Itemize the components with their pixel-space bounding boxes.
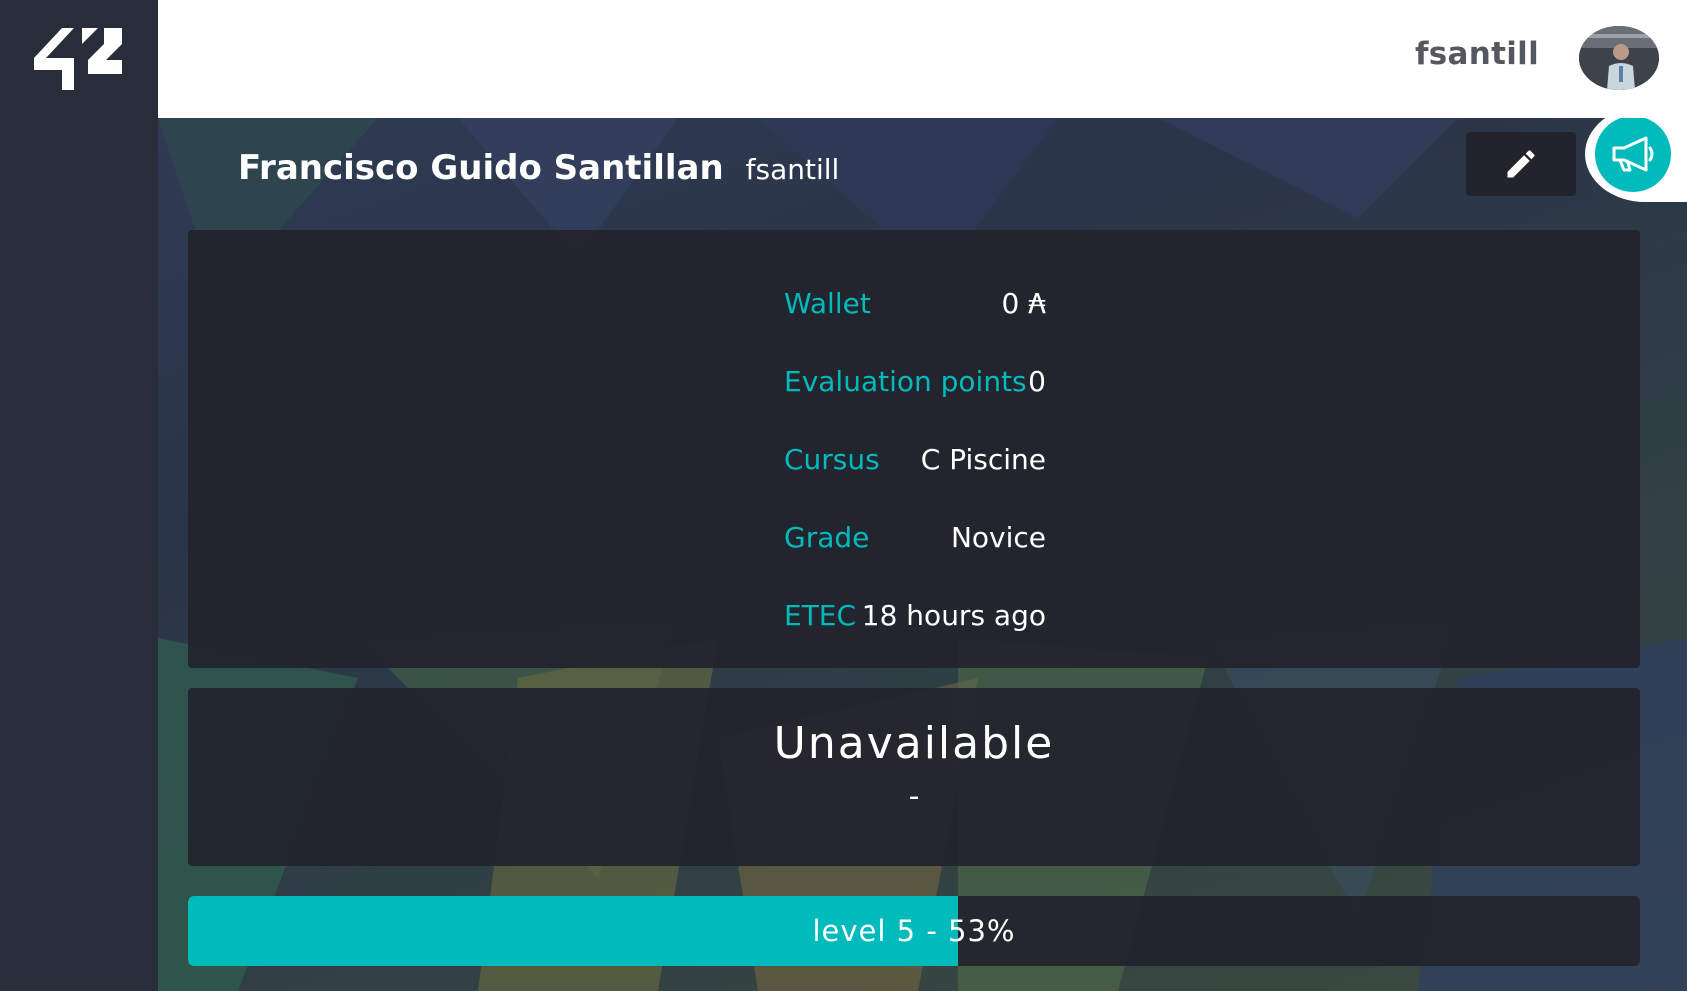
user-info-panel: Wallet 0 ₳ Evaluation points 0 Cursus C … — [188, 230, 1640, 668]
info-label: Wallet — [784, 286, 871, 320]
info-value: 0 ₳ — [1001, 286, 1046, 320]
top-bar: fsantill — [158, 0, 1687, 118]
edit-profile-button[interactable] — [1466, 132, 1576, 196]
megaphone-icon — [1612, 136, 1654, 172]
name-row: Francisco Guido Santillan fsantill — [238, 148, 839, 188]
info-row-grade: Grade Novice — [784, 498, 1046, 576]
sidebar — [0, 0, 158, 991]
info-label: Evaluation points — [784, 364, 1027, 398]
info-value[interactable]: C Piscine — [921, 443, 1046, 476]
level-label: level 5 - 53% — [812, 914, 1016, 948]
header-username[interactable]: fsantill — [1415, 36, 1539, 72]
info-value: 0 — [1028, 364, 1046, 398]
login-name: fsantill — [745, 153, 840, 186]
info-value: Novice — [950, 520, 1046, 554]
info-label: Cursus — [784, 442, 880, 476]
user-info-table: Wallet 0 ₳ Evaluation points 0 Cursus C … — [784, 264, 1046, 654]
info-row-cursus: Cursus C Piscine — [784, 420, 1046, 498]
42-logo[interactable] — [34, 28, 122, 90]
info-row-wallet: Wallet 0 ₳ — [784, 264, 1046, 342]
info-label: ETEC — [784, 598, 857, 632]
info-row-etec: ETEC 18 hours ago — [784, 576, 1046, 654]
info-label: Grade — [784, 520, 870, 554]
announcement-button[interactable] — [1595, 118, 1671, 192]
profile-section: Francisco Guido Santillan fsantill Walle… — [158, 118, 1687, 991]
full-name: Francisco Guido Santillan — [238, 148, 724, 188]
availability-panel: Unavailable - — [188, 688, 1640, 866]
level-progress-bar: level 5 - 53% — [188, 896, 1640, 966]
info-row-evaluation-points: Evaluation points 0 — [784, 342, 1046, 420]
pencil-icon — [1507, 150, 1535, 178]
info-value: 18 hours ago — [861, 598, 1046, 632]
availability-location: - — [908, 779, 920, 814]
user-avatar[interactable] — [1579, 26, 1659, 90]
availability-status: Unavailable — [773, 718, 1055, 769]
